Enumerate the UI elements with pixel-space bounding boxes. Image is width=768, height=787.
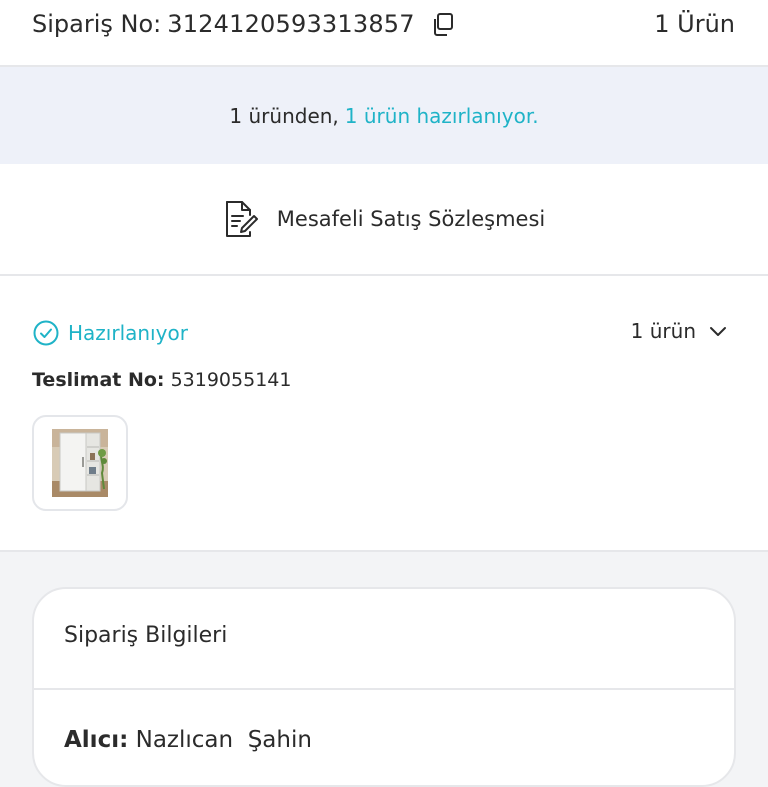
order-info-divider [34, 688, 734, 690]
order-header: Sipariş No: 3124120593313857 1 Ürün [0, 0, 768, 67]
order-item-count: 1 Ürün [654, 10, 735, 38]
shipment-expand-toggle[interactable]: 1 ürün [631, 319, 728, 343]
document-edit-icon [225, 201, 258, 237]
order-status-banner: 1 üründen, 1 ürün hazırlanıyor. [0, 67, 768, 164]
recipient-name: Nazlıcan Şahin [135, 727, 312, 753]
product-thumbnail[interactable] [32, 415, 128, 511]
status-banner-highlight: 1 ürün hazırlanıyor. [344, 103, 539, 128]
tracking-number-label: Teslimat No: [32, 369, 165, 391]
tracking-number-row: Teslimat No: 5319055141 [32, 369, 291, 391]
order-number-label: Sipariş No: [32, 10, 162, 38]
recipient-row: Alıcı: Nazlıcan Şahin [64, 727, 312, 753]
shipment-section: Hazırlanıyor 1 ürün Teslimat No: 5319055… [0, 276, 768, 552]
status-banner-prefix: 1 üründen, [229, 103, 339, 128]
order-number-value: 3124120593313857 [167, 10, 415, 38]
order-number-row: Sipariş No: 3124120593313857 [32, 6, 457, 42]
order-info-card: Sipariş Bilgileri Alıcı: Nazlıcan Şahin [32, 587, 736, 787]
check-circle-icon [33, 320, 59, 346]
shipment-status-label: Hazırlanıyor [68, 321, 188, 345]
shipment-status: Hazırlanıyor [32, 319, 188, 347]
shipment-item-count: 1 ürün [630, 319, 696, 343]
contract-label: Mesafeli Satış Sözleşmesi [276, 207, 546, 231]
chevron-down-icon [710, 327, 726, 336]
product-image [52, 429, 108, 497]
tracking-number-value: 5319055141 [170, 369, 292, 391]
order-info-title: Sipariş Bilgileri [64, 623, 228, 648]
copy-icon[interactable] [429, 10, 457, 38]
recipient-label: Alıcı: [64, 727, 129, 753]
distance-sales-contract-link[interactable]: Mesafeli Satış Sözleşmesi [0, 164, 768, 276]
